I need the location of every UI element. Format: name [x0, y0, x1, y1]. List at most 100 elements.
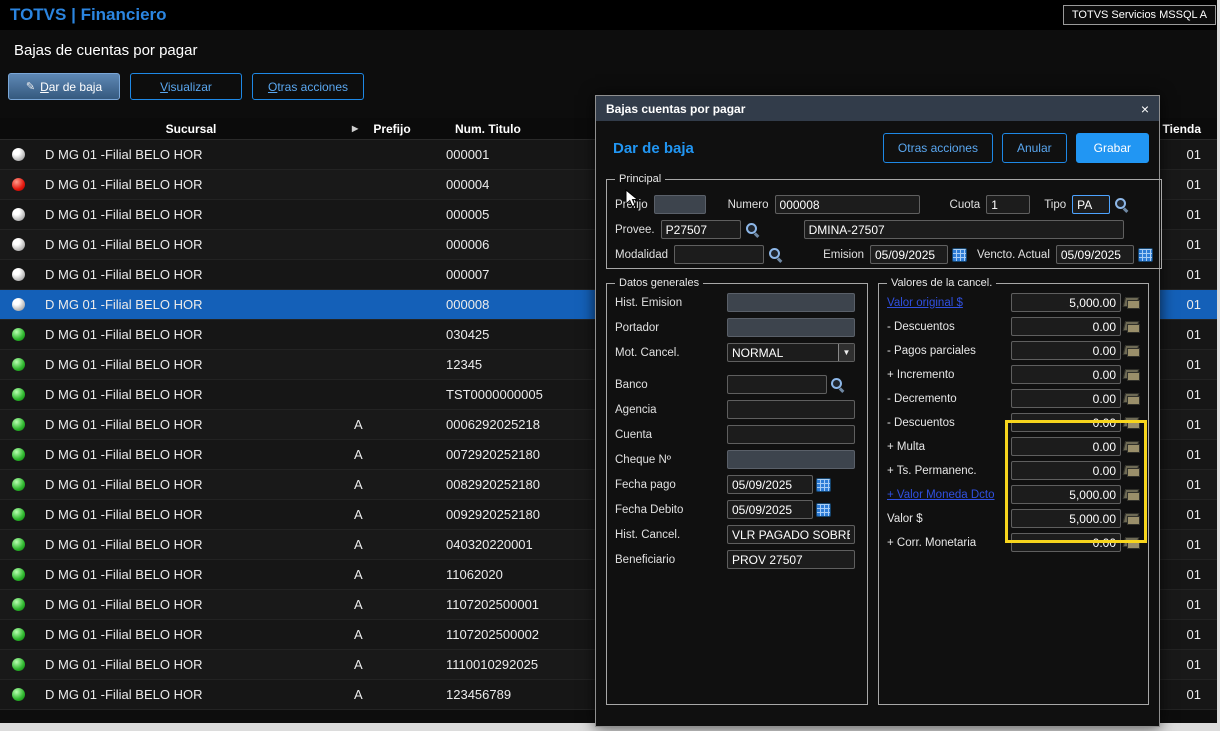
fecha-debito-input[interactable]: [727, 500, 813, 519]
prefijo-column-header[interactable]: ▶ Prefijo: [346, 122, 438, 136]
datos-generales-fields: Hist. EmisionPortadorMot. Cancel.NORMAL▼…: [615, 293, 859, 569]
modalidad-magnifier-icon[interactable]: [768, 247, 783, 262]
money-icon[interactable]: [1124, 321, 1140, 333]
vencto-calendar-icon[interactable]: [1138, 248, 1153, 262]
money-icon[interactable]: [1124, 345, 1140, 357]
visualizar-button[interactable]: Visualizar: [130, 73, 242, 100]
valor-moneda-dcto-input[interactable]: [1011, 485, 1121, 504]
corr-monetaria-input[interactable]: [1011, 533, 1121, 552]
money-icon[interactable]: [1124, 417, 1140, 429]
money-icon[interactable]: [1124, 441, 1140, 453]
prefijo-cell: A: [346, 567, 438, 582]
status-green-dot: [12, 688, 25, 701]
magnifier-icon[interactable]: [830, 377, 845, 392]
tipo-input[interactable]: [1072, 195, 1110, 214]
banco-input[interactable]: [727, 375, 827, 394]
money-icon[interactable]: [1124, 489, 1140, 501]
status-green-dot: [12, 358, 25, 371]
calendar-icon[interactable]: [816, 503, 831, 517]
otras-acciones-toolbar-button[interactable]: Otras acciones: [252, 73, 364, 100]
sucursal-cell: D MG 01 -Filial BELO HOR: [36, 687, 346, 702]
agencia-input[interactable]: [727, 400, 855, 419]
anular-button[interactable]: Anular: [1002, 133, 1067, 163]
principal-legend: Principal: [615, 173, 665, 185]
emision-input[interactable]: [870, 245, 948, 264]
status-cell: [0, 448, 36, 461]
valor-input[interactable]: [1011, 509, 1121, 528]
chevron-down-icon[interactable]: ▼: [838, 344, 854, 361]
num-titulo-cell: 11062020: [438, 567, 608, 582]
status-cell: [0, 478, 36, 491]
fecha-pago-row: Fecha pago: [615, 475, 859, 494]
money-icon[interactable]: [1124, 513, 1140, 525]
close-icon[interactable]: ×: [1141, 101, 1149, 117]
ts-permanenc-input[interactable]: [1011, 461, 1121, 480]
decremento-input[interactable]: [1011, 389, 1121, 408]
incremento-input[interactable]: [1011, 365, 1121, 384]
principal-row-1: Prefijo Numero Cuota Tipo: [615, 195, 1153, 214]
cheque-n-row: Cheque Nº: [615, 450, 859, 469]
pagos-parciales-input[interactable]: [1011, 341, 1121, 360]
vencto-actual-input[interactable]: [1056, 245, 1134, 264]
hist-emision-row: Hist. Emision: [615, 293, 859, 312]
cuota-input[interactable]: [986, 195, 1030, 214]
money-icon[interactable]: [1124, 369, 1140, 381]
dar-de-baja-button[interactable]: ✎ Dar de baja: [8, 73, 120, 100]
multa-input[interactable]: [1011, 437, 1121, 456]
valor-original-label[interactable]: Valor original $: [887, 297, 1011, 309]
column-arrow-icon[interactable]: ▶: [352, 124, 358, 133]
hist-cancel-row: Hist. Cancel.: [615, 525, 859, 544]
tienda-header-label: Tienda: [1163, 122, 1201, 136]
money-icon[interactable]: [1124, 465, 1140, 477]
num-titulo-column-header[interactable]: Num. Titulo: [438, 122, 608, 136]
money-icon[interactable]: [1124, 537, 1140, 549]
descuentos-2-row: - Descuentos: [887, 413, 1140, 432]
beneficiario-input[interactable]: [727, 550, 855, 569]
descuentos-2-input[interactable]: [1011, 413, 1121, 432]
tipo-magnifier-icon[interactable]: [1114, 197, 1129, 212]
prefijo-cell: A: [346, 597, 438, 612]
prefijo-input: [654, 195, 706, 214]
status-green-dot: [12, 568, 25, 581]
agencia-field: [727, 400, 855, 419]
cuenta-input[interactable]: [727, 425, 855, 444]
otras-acciones-modal-button[interactable]: Otras acciones: [883, 133, 993, 163]
fecha-pago-input[interactable]: [727, 475, 813, 494]
descuentos-1-input[interactable]: [1011, 317, 1121, 336]
provee-input[interactable]: [661, 220, 741, 239]
num-titulo-cell: 1107202500001: [438, 597, 608, 612]
grabar-button[interactable]: Grabar: [1076, 133, 1149, 163]
num-titulo-cell: 040320220001: [438, 537, 608, 552]
numero-label: Numero: [728, 199, 769, 211]
app-brand: TOTVS | Financiero: [10, 5, 167, 25]
status-cell: [0, 268, 36, 281]
num-titulo-cell: 000006: [438, 237, 608, 252]
provee-label: Provee.: [615, 224, 655, 236]
pencil-icon: ✎: [26, 80, 35, 93]
valor-original-input[interactable]: [1011, 293, 1121, 312]
valor-moneda-dcto-label[interactable]: + Valor Moneda Dcto: [887, 489, 1011, 501]
modalidad-input[interactable]: [674, 245, 764, 264]
money-icon[interactable]: [1124, 297, 1140, 309]
sucursal-cell: D MG 01 -Filial BELO HOR: [36, 387, 346, 402]
provee-descripcion-input[interactable]: [804, 220, 1124, 239]
num-titulo-cell: 12345: [438, 357, 608, 372]
emision-calendar-icon[interactable]: [952, 248, 967, 262]
status-white-dot: [12, 238, 25, 251]
corr-monetaria-row: + Corr. Monetaria: [887, 533, 1140, 552]
prefijo-cell: A: [346, 687, 438, 702]
portador-label: Portador: [615, 322, 725, 334]
topbar: TOTVS | Financiero TOTVS Servicios MSSQL…: [0, 0, 1217, 30]
hist-cancel-input[interactable]: [727, 525, 855, 544]
sucursal-cell: D MG 01 -Filial BELO HOR: [36, 267, 346, 282]
sucursal-column-header[interactable]: Sucursal: [36, 122, 346, 136]
modal-titlebar[interactable]: Bajas cuentas por pagar ×: [596, 96, 1159, 121]
num-titulo-cell: 0072920252180: [438, 447, 608, 462]
calendar-icon[interactable]: [816, 478, 831, 492]
provee-magnifier-icon[interactable]: [745, 222, 760, 237]
mot-cancel-select[interactable]: NORMAL▼: [727, 343, 855, 362]
portador-field: [727, 318, 855, 337]
numero-input[interactable]: [775, 195, 920, 214]
environment-badge[interactable]: TOTVS Servicios MSSQL A: [1063, 5, 1216, 25]
money-icon[interactable]: [1124, 393, 1140, 405]
